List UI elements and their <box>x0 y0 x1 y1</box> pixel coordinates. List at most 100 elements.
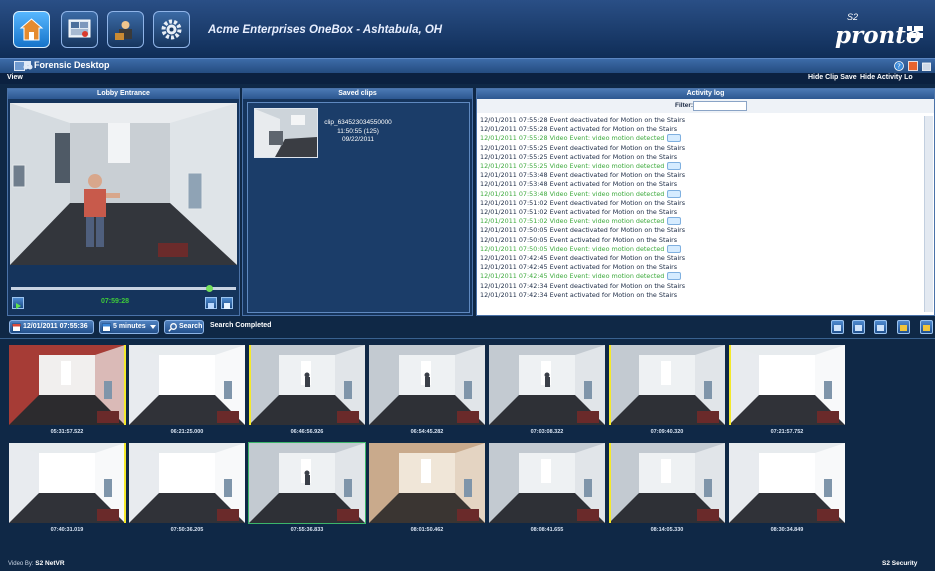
camera-title: Lobby Entrance <box>8 89 239 99</box>
result-thumbnail[interactable]: 07:55:36.833 <box>248 442 366 533</box>
grid-icon <box>855 325 862 331</box>
monitor-icon <box>68 19 91 38</box>
event-marker <box>249 345 251 425</box>
play-button[interactable] <box>12 297 24 309</box>
page-title: Forensic Desktop <box>34 60 110 70</box>
timeline-slider-handle[interactable] <box>206 285 213 292</box>
event-marker <box>609 443 611 523</box>
result-thumbnail[interactable]: 06:46:56.926 <box>249 345 365 435</box>
result-thumbnail[interactable]: 06:21:25.000 <box>129 345 245 435</box>
activity-log-text: 12/01/2011 07:51:02 Video Event: video m… <box>480 217 665 226</box>
play-clip-icon[interactable] <box>667 272 682 281</box>
setup-nav-button[interactable] <box>153 11 190 48</box>
monitoring-nav-button[interactable] <box>61 11 98 48</box>
result-thumbnail[interactable]: 08:30:34.849 <box>729 443 845 533</box>
admin-user-icon <box>115 21 132 40</box>
activity-log-row[interactable]: 12/01/2011 07:42:45 Event deactivated fo… <box>480 254 930 263</box>
play-clip-icon[interactable] <box>667 217 682 226</box>
activity-log-row[interactable]: 12/01/2011 07:55:28 Event activated for … <box>480 125 930 134</box>
activity-log-row[interactable]: 12/01/2011 07:55:25 Video Event: video m… <box>480 162 930 171</box>
activity-log-panel: Activity log Filter: 12/01/2011 07:55:28… <box>476 88 935 316</box>
thumbnail-timestamp: 08:30:34.849 <box>770 527 804 533</box>
activity-log-row[interactable]: 12/01/2011 07:53:48 Video Event: video m… <box>480 189 930 199</box>
event-marker <box>609 345 611 425</box>
calendar-icon <box>12 323 21 332</box>
activity-log-row[interactable]: 12/01/2011 07:51:02 Video Event: video m… <box>480 217 930 226</box>
result-thumbnail[interactable]: 07:21:57.752 <box>729 345 845 435</box>
activity-log-row[interactable]: 12/01/2011 07:42:34 Event activated for … <box>480 291 930 300</box>
view-menubar: View Hide Clip Save Hide Activity Lo <box>0 73 935 84</box>
view-layout-button-3[interactable] <box>874 320 887 334</box>
activity-log-row[interactable]: 12/01/2011 07:55:25 Event deactivated fo… <box>480 144 930 153</box>
play-clip-icon[interactable] <box>667 244 682 253</box>
calendar-icon <box>102 323 111 332</box>
clip-name[interactable]: clip_634523034550000 <box>323 119 393 128</box>
play-clip-icon[interactable] <box>667 162 682 171</box>
live-video[interactable] <box>10 103 237 265</box>
hide-clip-save-link[interactable]: Hide Clip Save <box>808 74 857 81</box>
result-thumbnail[interactable]: 07:50:36.205 <box>129 443 245 533</box>
activity-log-row[interactable]: 12/01/2011 07:55:28 Video Event: video m… <box>480 134 930 143</box>
saved-clips-panel: Saved clips clip_634523034550000 11:50:5… <box>242 88 473 316</box>
home-icon <box>19 18 44 41</box>
view-menu[interactable]: View <box>7 74 23 81</box>
activity-log-row[interactable]: 12/01/2011 07:42:45 Video Event: video m… <box>480 272 930 281</box>
pronto-logo: S2 pronto <box>832 12 927 50</box>
result-thumbnail[interactable]: 07:09:40.320 <box>609 345 725 435</box>
help-icon[interactable]: ? <box>894 61 904 71</box>
activity-log-scrollbar[interactable] <box>924 116 933 312</box>
result-thumbnail[interactable]: 08:14:05.330 <box>609 443 725 533</box>
result-thumbnail[interactable]: 07:03:08.322 <box>489 345 605 435</box>
activity-log-text: 12/01/2011 07:53:48 Event activated for … <box>480 180 678 189</box>
activity-log-row[interactable]: 12/01/2011 07:51:02 Event deactivated fo… <box>480 199 930 208</box>
filter-label: Filter: <box>675 102 694 109</box>
event-marker <box>124 443 126 523</box>
activity-log-row[interactable]: 12/01/2011 07:50:05 Video Event: video m… <box>480 244 930 254</box>
result-thumbnail[interactable]: 08:08:41.655 <box>489 443 605 533</box>
hide-activity-log-link[interactable]: Hide Activity Lo <box>860 74 913 81</box>
activity-log-text: 12/01/2011 07:53:48 Event deactivated fo… <box>480 171 686 180</box>
activity-log-row[interactable]: 12/01/2011 07:51:02 Event activated for … <box>480 208 930 217</box>
clip-time: 11:50:55 (125) <box>337 127 379 135</box>
chevron-down-icon <box>150 325 156 329</box>
result-thumbnail[interactable]: 06:54:45.282 <box>369 345 485 435</box>
thumbnail-timestamp: 08:08:41.655 <box>530 527 564 533</box>
result-thumbnail[interactable]: 07:40:31.019 <box>9 443 126 533</box>
timeline-slider[interactable] <box>11 287 236 290</box>
save-clip-button[interactable] <box>221 297 233 309</box>
play-clip-icon[interactable] <box>667 189 682 198</box>
view-layout-button-1[interactable] <box>831 320 844 334</box>
search-interval-dropdown[interactable]: 5 minutes <box>99 320 159 334</box>
logout-icon[interactable] <box>922 61 934 71</box>
clip-thumbnail[interactable] <box>254 108 318 158</box>
activity-log-text: 12/01/2011 07:55:28 Event activated for … <box>480 125 678 134</box>
result-thumbnail[interactable]: 08:01:50.462 <box>369 443 485 533</box>
thumbnail-timestamp: 07:40:31.019 <box>50 527 84 533</box>
activity-log-row[interactable]: 12/01/2011 07:55:25 Event activated for … <box>480 153 930 162</box>
view-layout-button-2[interactable] <box>852 320 865 334</box>
export-search-button[interactable] <box>897 320 910 334</box>
activity-log-row[interactable]: 12/01/2011 07:50:05 Event activated for … <box>480 236 930 245</box>
saved-clips-list: clip_634523034550000 11:50:55 (125) 09/2… <box>247 102 470 313</box>
activity-log-row[interactable]: 12/01/2011 07:50:05 Event deactivated fo… <box>480 226 930 235</box>
home-nav-button[interactable] <box>13 11 50 48</box>
activity-log-row[interactable]: 12/01/2011 07:42:45 Event activated for … <box>480 263 930 272</box>
notes-icon[interactable] <box>908 61 918 71</box>
activity-log-row[interactable]: 12/01/2011 07:42:34 Event deactivated fo… <box>480 282 930 291</box>
gear-icon <box>161 19 182 40</box>
search-date-field[interactable]: 12/01/2011 07:55:36 <box>9 320 94 334</box>
search-button[interactable]: Search <box>164 320 204 334</box>
play-clip-icon[interactable] <box>667 134 682 143</box>
activity-log-row[interactable]: 12/01/2011 07:55:28 Event deactivated fo… <box>480 116 930 125</box>
filter-input[interactable] <box>693 101 747 111</box>
administration-nav-button[interactable] <box>107 11 144 48</box>
binoculars-icon <box>23 61 33 70</box>
activity-log-row[interactable]: 12/01/2011 07:53:48 Event deactivated fo… <box>480 171 930 180</box>
svg-text:?: ? <box>897 63 901 71</box>
result-thumbnail[interactable]: 05:31:57.522 <box>9 345 126 435</box>
save-search-button[interactable] <box>920 320 933 334</box>
activity-log-row[interactable]: 12/01/2011 07:53:48 Event activated for … <box>480 180 930 189</box>
export-clip-button[interactable] <box>205 297 217 309</box>
thumbnail-timestamp: 07:21:57.752 <box>770 429 804 435</box>
thumbnail-timestamp: 06:54:45.282 <box>410 429 444 435</box>
